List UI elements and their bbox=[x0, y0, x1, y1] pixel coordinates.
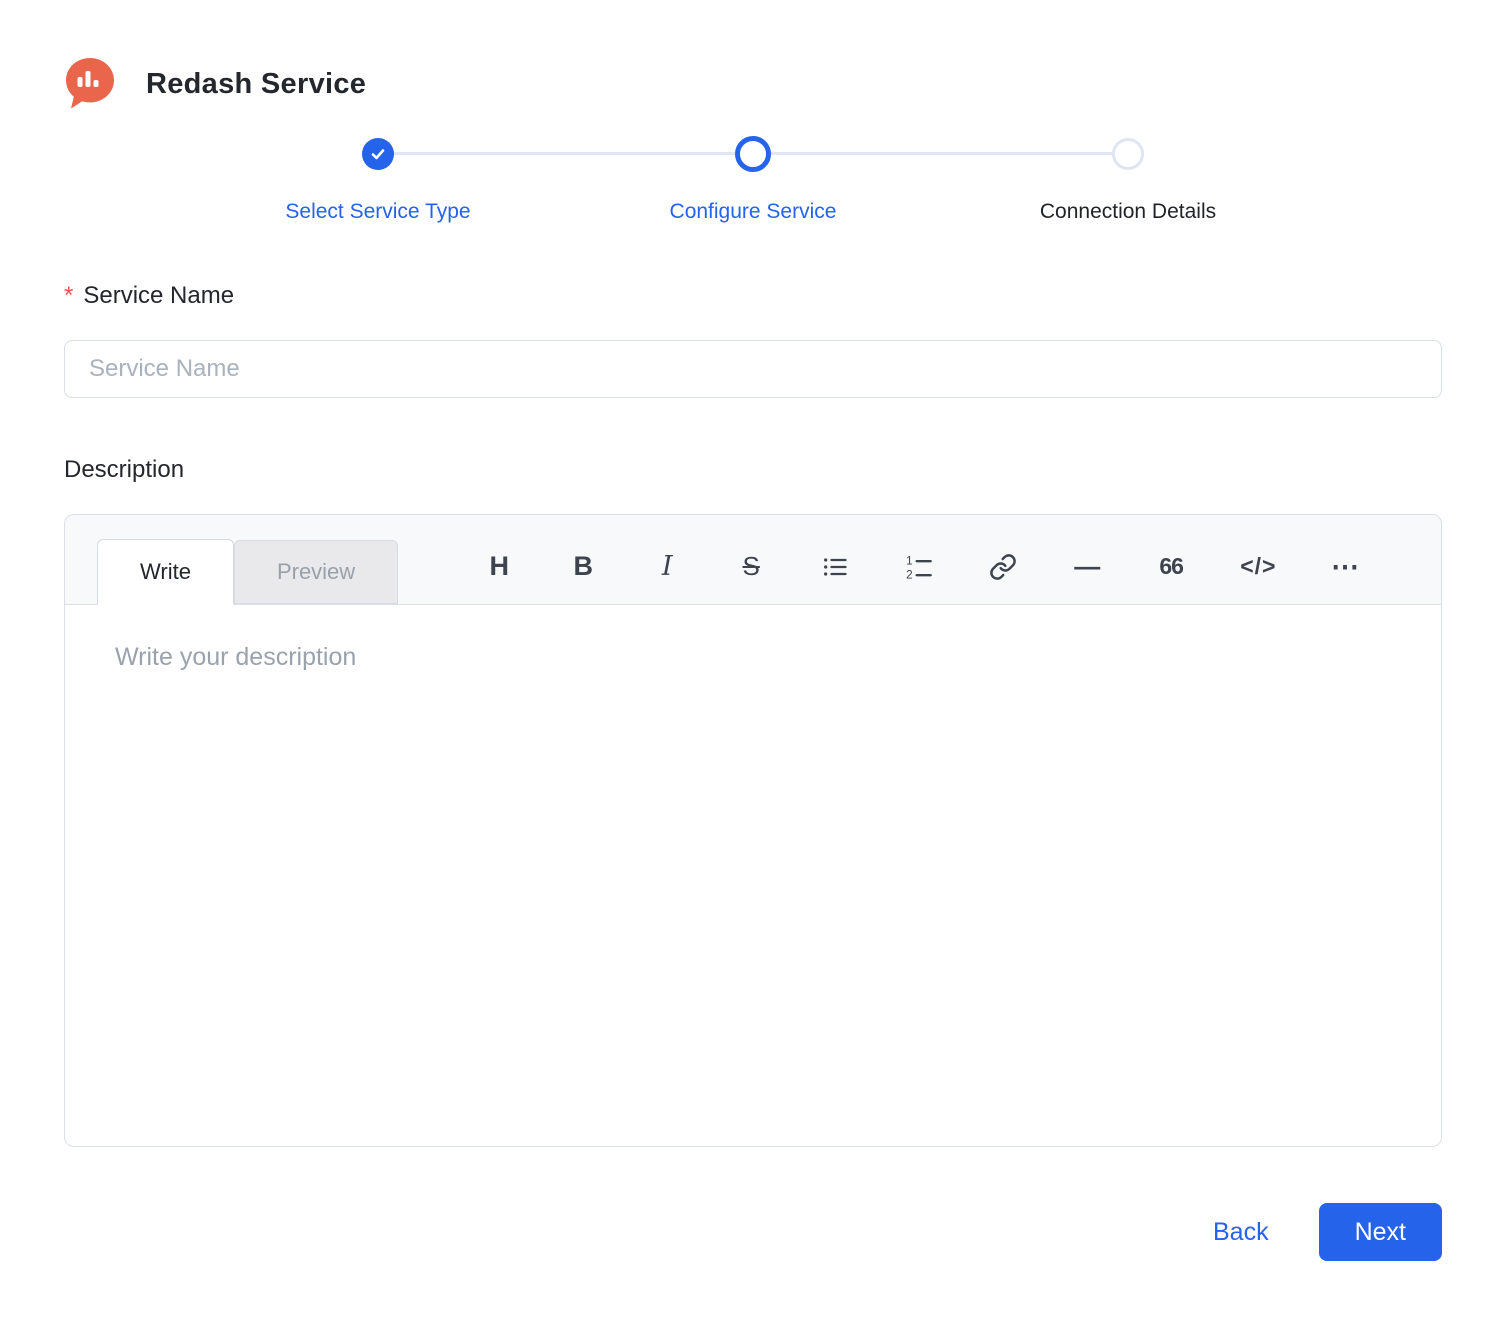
link-icon[interactable] bbox=[988, 550, 1018, 584]
editor-tools: H B I S bbox=[484, 550, 1360, 584]
step-pending-circle bbox=[1112, 138, 1144, 170]
step-label-select-service-type: Select Service Type bbox=[285, 200, 470, 224]
page-header: Redash Service bbox=[64, 56, 1442, 112]
service-name-label-text: Service Name bbox=[83, 282, 234, 310]
more-options-icon[interactable]: ⋯ bbox=[1330, 550, 1360, 584]
next-button[interactable]: Next bbox=[1319, 1203, 1442, 1261]
step-configure-service: Configure Service bbox=[566, 136, 941, 224]
service-name-input[interactable] bbox=[64, 340, 1442, 398]
quote-icon[interactable]: 66 bbox=[1156, 550, 1186, 584]
description-label: Description bbox=[64, 456, 1442, 484]
bold-icon[interactable]: B bbox=[568, 550, 598, 584]
horizontal-rule-icon[interactable]: — bbox=[1072, 550, 1102, 584]
description-label-text: Description bbox=[64, 456, 184, 484]
step-connection-details: Connection Details bbox=[941, 136, 1316, 224]
back-button[interactable]: Back bbox=[1213, 1218, 1269, 1247]
tab-write[interactable]: Write bbox=[97, 539, 234, 605]
markdown-editor: Write Preview H B I S bbox=[64, 514, 1442, 1147]
service-config-page: Redash Service Select Service Type Confi… bbox=[0, 0, 1506, 1331]
svg-text:1: 1 bbox=[906, 554, 912, 567]
ordered-list-icon[interactable]: 1 2 bbox=[904, 550, 934, 584]
italic-icon[interactable]: I bbox=[652, 550, 682, 584]
service-name-field: * Service Name bbox=[64, 282, 1442, 398]
editor-tabs: Write Preview bbox=[97, 539, 398, 604]
unordered-list-icon[interactable] bbox=[820, 550, 850, 584]
description-textarea[interactable] bbox=[65, 605, 1441, 1146]
footer-actions: Back Next bbox=[64, 1203, 1442, 1261]
heading-icon[interactable]: H bbox=[484, 550, 514, 584]
description-field: Description Write Preview H B I S bbox=[64, 456, 1442, 1147]
tab-preview[interactable]: Preview bbox=[234, 540, 398, 604]
editor-toolbar: Write Preview H B I S bbox=[65, 515, 1441, 605]
step-active-circle bbox=[735, 136, 771, 172]
editor-body bbox=[65, 605, 1441, 1146]
code-icon[interactable]: </> bbox=[1240, 550, 1276, 584]
stepper: Select Service Type Configure Service Co… bbox=[191, 136, 1316, 224]
step-label-connection-details: Connection Details bbox=[1040, 200, 1216, 224]
service-name-label: * Service Name bbox=[64, 282, 1442, 310]
step-completed-check-icon bbox=[362, 138, 394, 170]
redash-logo-icon bbox=[64, 56, 116, 112]
required-marker: * bbox=[64, 282, 73, 310]
step-label-configure-service: Configure Service bbox=[670, 200, 837, 224]
svg-text:2: 2 bbox=[906, 568, 912, 580]
strikethrough-icon[interactable]: S bbox=[736, 550, 766, 584]
step-select-service-type: Select Service Type bbox=[191, 136, 566, 224]
page-title: Redash Service bbox=[146, 68, 366, 101]
